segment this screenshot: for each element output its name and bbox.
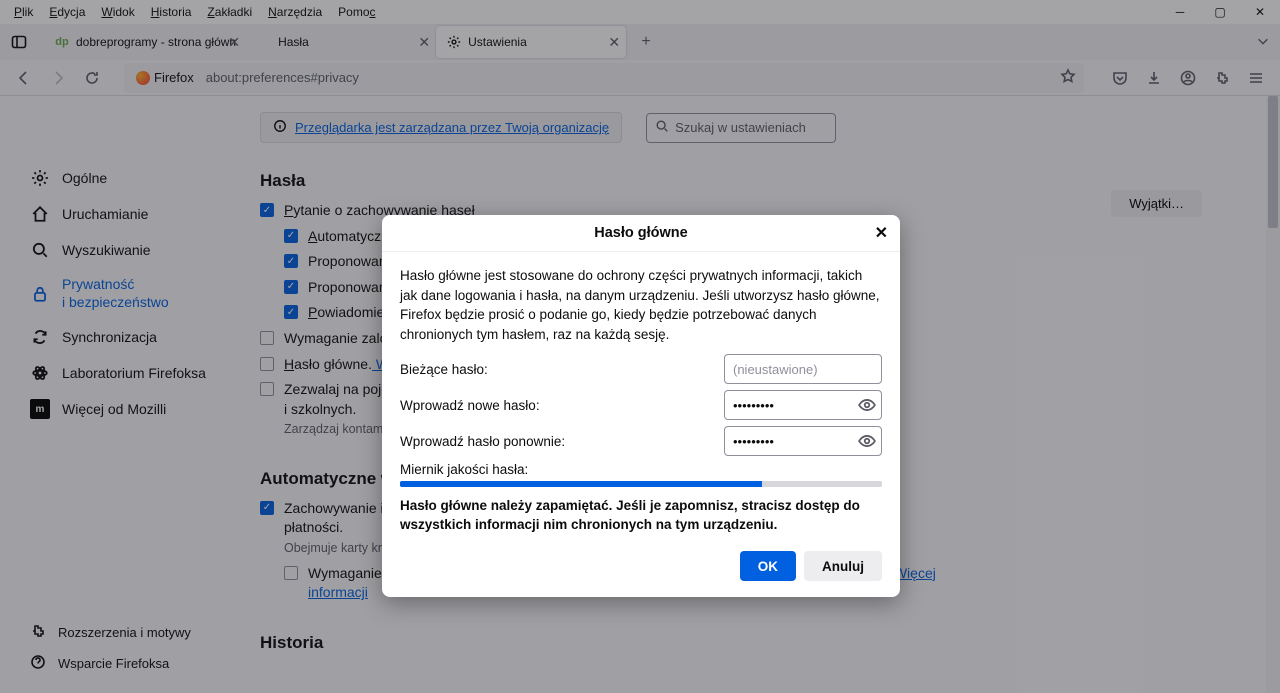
current-password-input [724, 354, 882, 384]
dialog-title: Hasło główne [594, 225, 687, 241]
password-quality-meter [400, 481, 882, 487]
new-password-label: Wprowadź nowe hasło: [400, 398, 724, 413]
eye-icon[interactable] [858, 432, 876, 450]
dialog-warning: Hasło główne należy zapamiętać. Jeśli je… [400, 497, 882, 535]
primary-password-dialog: Hasło główne ✕ Hasło główne jest stosowa… [382, 215, 900, 597]
meter-label: Miernik jakości hasła: [400, 462, 882, 477]
repeat-password-label: Wprowadź hasło ponownie: [400, 434, 724, 449]
current-password-label: Bieżące hasło: [400, 362, 724, 377]
ok-button[interactable]: OK [740, 551, 796, 581]
eye-icon[interactable] [858, 396, 876, 414]
dialog-description: Hasło główne jest stosowane do ochrony c… [400, 266, 882, 344]
cancel-button[interactable]: Anuluj [804, 551, 882, 581]
close-icon[interactable]: ✕ [875, 223, 888, 243]
